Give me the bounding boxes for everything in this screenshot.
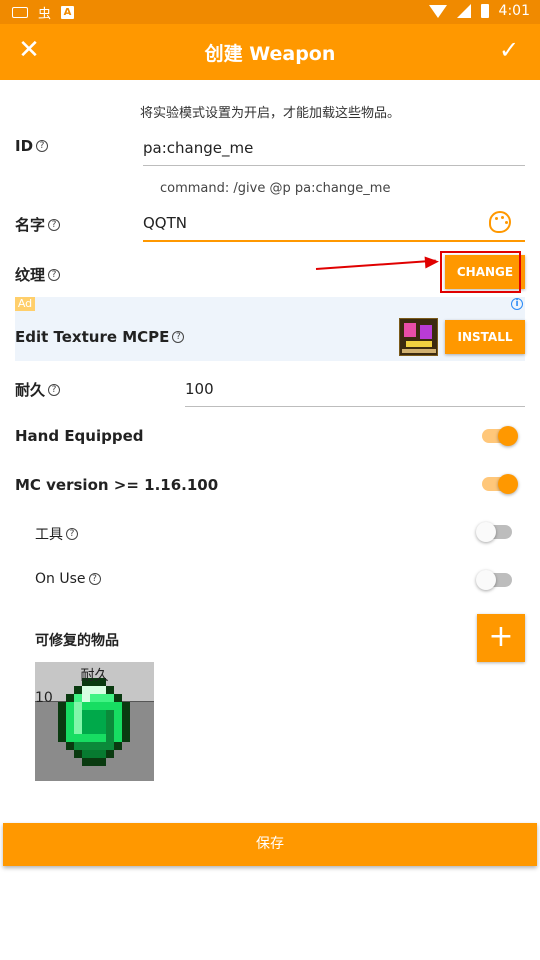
install-button[interactable]: INSTALL (445, 320, 525, 354)
annotation-arrow-line (315, 259, 436, 270)
texture-label: 纹理 ? (15, 264, 61, 285)
app-bar: ✕ 创建 Weapon ✓ (0, 24, 540, 80)
confirm-icon[interactable]: ✓ (494, 35, 524, 65)
bug-icon: 虫 (38, 7, 52, 22)
ad-app-thumbnail[interactable] (399, 318, 438, 356)
a-app-icon: A (61, 6, 75, 19)
experimental-notice: 将实验模式设置为开启，才能加载这些物品。 (139, 106, 400, 121)
ad-title: Edit Texture MCPE ? (15, 328, 185, 346)
help-icon[interactable]: ? (172, 331, 185, 343)
on-use-toggle[interactable] (476, 568, 516, 592)
status-left-icons: 虫 A (12, 3, 75, 22)
save-button[interactable]: 保存 (3, 823, 537, 866)
signal-icon (456, 4, 471, 18)
id-input[interactable]: pa:change_me (143, 139, 525, 166)
durability-input[interactable]: 100 (185, 380, 525, 407)
texture-label-text: 纹理 (15, 266, 46, 284)
hand-equipped-toggle[interactable] (478, 424, 518, 448)
ad-info-icon[interactable]: i (511, 298, 523, 310)
wifi-icon (428, 4, 447, 18)
tool-label: 工具 ? (35, 524, 78, 544)
id-label-text: ID (15, 137, 34, 155)
add-repair-item-button[interactable]: + (477, 614, 525, 662)
hand-equipped-label: Hand Equipped (15, 427, 144, 445)
status-right-icons: 4:01 (428, 3, 530, 19)
battery-icon (480, 4, 489, 18)
status-bar: 虫 A 4:01 (0, 0, 540, 24)
command-hint: command: /give @p pa:change_me (160, 181, 391, 196)
durability-label: 耐久 ? (15, 379, 61, 400)
help-icon[interactable]: ? (48, 383, 61, 396)
ad-badge: Ad (15, 297, 35, 311)
keyboard-icon (12, 7, 28, 18)
repair-item-tile[interactable]: 耐久 10 (35, 662, 154, 781)
help-icon[interactable]: ? (66, 528, 78, 540)
emerald-icon (58, 678, 130, 766)
page-title: 创建 Weapon (204, 43, 336, 65)
help-icon[interactable]: ? (88, 573, 101, 585)
help-icon[interactable]: ? (36, 140, 49, 152)
name-label-text: 名字 (15, 216, 46, 234)
tool-label-text: 工具 (35, 527, 63, 543)
id-label: ID ? (15, 137, 49, 155)
tool-toggle[interactable] (476, 520, 516, 544)
name-input[interactable]: QQTN (143, 214, 525, 242)
repair-item-label: 耐久 (80, 668, 109, 684)
palette-icon[interactable] (489, 211, 511, 233)
mc-version-toggle[interactable] (478, 472, 518, 496)
status-time: 4:01 (498, 3, 530, 19)
on-use-label-text: On Use (35, 571, 86, 587)
annotation-arrow-head (424, 255, 440, 269)
help-icon[interactable]: ? (48, 218, 61, 231)
repair-item-value: 10 (35, 690, 53, 706)
durability-label-text: 耐久 (15, 381, 46, 399)
help-icon[interactable]: ? (48, 268, 61, 281)
ad-title-text: Edit Texture MCPE (15, 328, 170, 346)
repairable-items-label: 可修复的物品 (35, 633, 119, 649)
name-label: 名字 ? (15, 214, 61, 235)
on-use-label: On Use ? (35, 571, 101, 587)
mc-version-label: MC version >= 1.16.100 (15, 476, 219, 494)
annotation-highlight-box (440, 251, 521, 293)
